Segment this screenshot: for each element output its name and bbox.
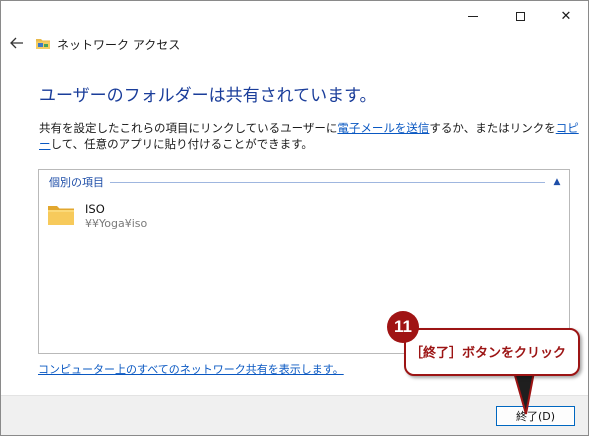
maximize-icon: [515, 11, 525, 21]
item-name: ISO: [85, 202, 105, 216]
desc-text-1: 共有を設定したこれらの項目にリンクしているユーザーに: [39, 121, 338, 135]
list-item[interactable]: ISO ¥¥Yoga¥iso: [45, 202, 245, 230]
group-header[interactable]: 個別の項目 ▲: [49, 174, 563, 190]
window-title: ネットワーク アクセス: [57, 38, 181, 52]
close-button[interactable]: ✕: [543, 1, 588, 31]
maximize-button[interactable]: [497, 1, 543, 31]
step-badge: 11: [387, 311, 419, 343]
callout-text: ［終了］ボタンをクリック: [410, 346, 567, 361]
description-text: 共有を設定したこれらの項目にリンクしているユーザーに電子メールを送信するか、また…: [39, 120, 579, 152]
show-all-shares-link[interactable]: コンピューター上のすべてのネットワーク共有を表示します。: [38, 361, 344, 377]
network-folder-icon: [36, 39, 50, 49]
email-link[interactable]: 電子メールを送信: [337, 121, 429, 135]
desc-text-2: するか、またはリンクを: [429, 121, 556, 135]
desc-text-3: して、任意のアプリに貼り付けることができます。: [50, 137, 313, 151]
folder-icon: [48, 206, 74, 225]
close-icon: ✕: [560, 8, 572, 24]
page-heading: ユーザーのフォルダーは共有されています。: [39, 86, 377, 106]
callout-pointer: [512, 371, 536, 415]
group-divider: [110, 181, 545, 183]
back-arrow-icon[interactable]: [9, 35, 25, 51]
item-path: ¥¥Yoga¥iso: [85, 217, 148, 230]
collapse-icon[interactable]: ▲: [551, 177, 563, 187]
minimize-button[interactable]: [450, 1, 496, 31]
shared-items-list: 個別の項目 ▲ ISO ¥¥Yoga¥iso: [38, 169, 570, 354]
group-label: 個別の項目: [49, 176, 104, 189]
minimize-icon: [468, 15, 478, 17]
